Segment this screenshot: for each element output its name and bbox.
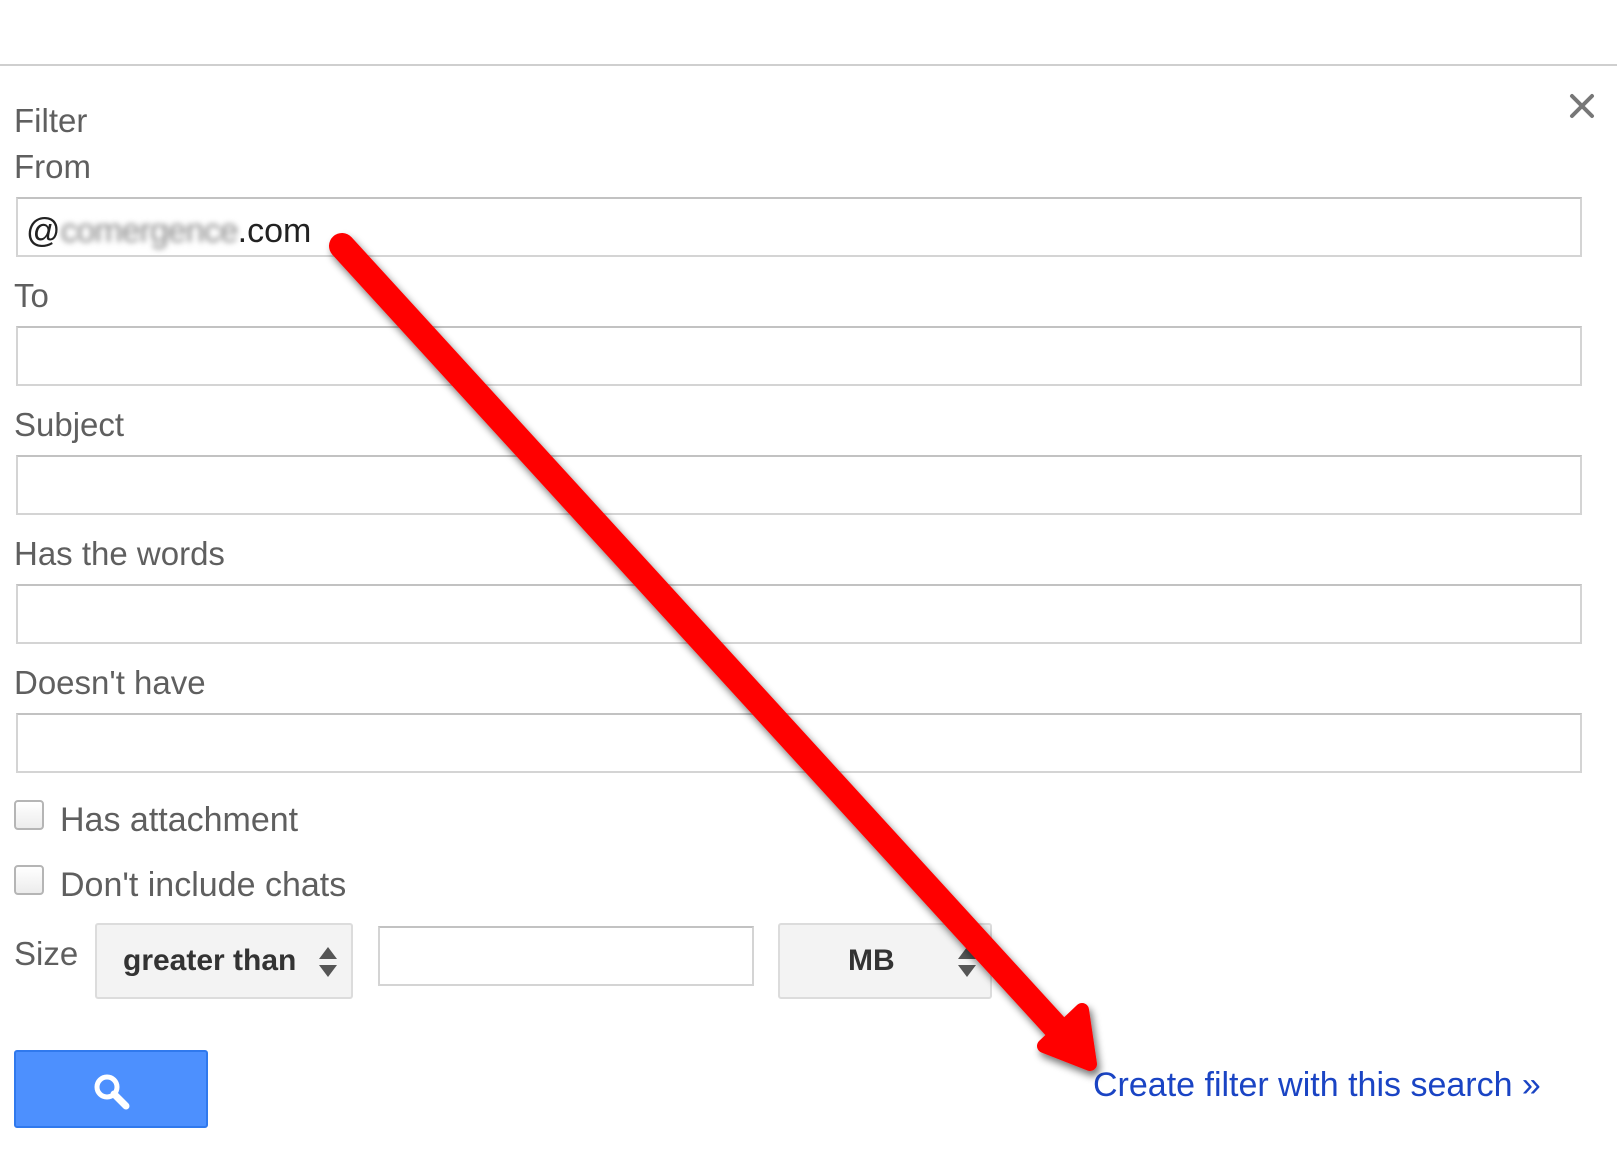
from-value-prefix: @ bbox=[26, 212, 61, 250]
doesnt-have-input[interactable] bbox=[16, 713, 1582, 773]
to-label: To bbox=[14, 277, 49, 314]
has-words-label: Has the words bbox=[14, 535, 225, 572]
size-comparator-select[interactable]: greater than bbox=[95, 923, 353, 999]
has-attachment-checkbox[interactable] bbox=[14, 800, 44, 830]
from-value-suffix: .com bbox=[237, 212, 312, 250]
has-attachment-label: Has attachment bbox=[60, 801, 299, 839]
create-filter-link[interactable]: Create filter with this search » bbox=[1093, 1064, 1541, 1106]
size-label: Size bbox=[14, 935, 79, 972]
search-icon bbox=[94, 1074, 130, 1110]
updown-arrow-icon bbox=[319, 947, 337, 977]
top-divider bbox=[0, 64, 1617, 66]
size-value-input[interactable] bbox=[378, 926, 754, 986]
from-label: From bbox=[14, 148, 91, 185]
size-unit-select[interactable]: MB bbox=[778, 923, 992, 999]
from-input-value: @comergence.com bbox=[26, 209, 311, 253]
filter-dialog: Filter From @comergence.com To Subject H… bbox=[0, 0, 1617, 1173]
subject-label: Subject bbox=[14, 406, 125, 443]
size-comparator-value: greater than bbox=[123, 944, 297, 977]
search-button[interactable] bbox=[14, 1050, 208, 1128]
dialog-title: Filter bbox=[14, 102, 88, 139]
has-words-input[interactable] bbox=[16, 584, 1582, 644]
doesnt-have-label: Doesn't have bbox=[14, 664, 206, 701]
updown-arrow-icon bbox=[958, 947, 976, 977]
top-bar bbox=[0, 0, 1617, 64]
dont-include-chats-label: Don't include chats bbox=[60, 866, 347, 904]
close-icon[interactable] bbox=[1566, 90, 1598, 122]
size-unit-value: MB bbox=[848, 944, 895, 977]
dont-include-chats-checkbox[interactable] bbox=[14, 865, 44, 895]
from-value-redacted: comergence bbox=[60, 212, 239, 250]
subject-input[interactable] bbox=[16, 455, 1582, 515]
to-input[interactable] bbox=[16, 326, 1582, 386]
